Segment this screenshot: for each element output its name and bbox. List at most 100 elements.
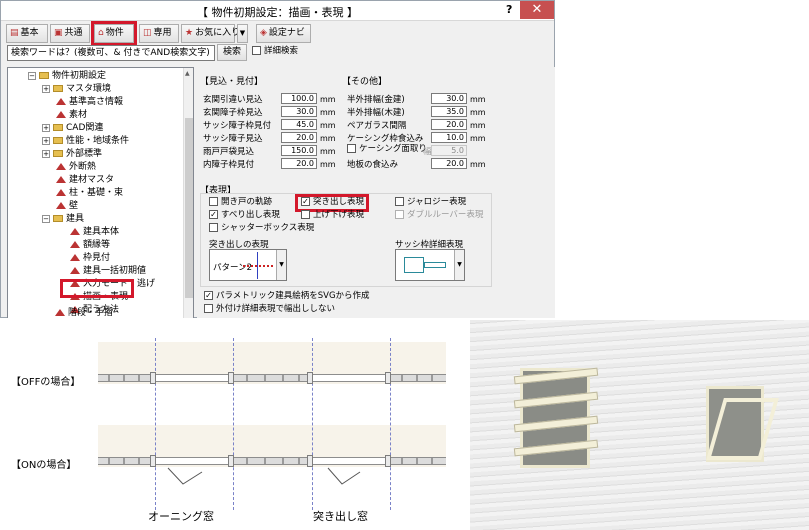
unit-label: mm bbox=[470, 121, 486, 130]
folder-icon bbox=[39, 72, 49, 79]
common-icon: ▣ bbox=[54, 28, 63, 38]
value-input[interactable]: 30.0 bbox=[281, 106, 317, 117]
field-label: 内障子枠見付 bbox=[203, 160, 255, 170]
house-icon bbox=[55, 309, 65, 316]
house-icon bbox=[56, 189, 66, 196]
basic-button[interactable]: ▤ 基本 bbox=[6, 24, 48, 43]
field-label: 雨戸戸袋見込 bbox=[203, 147, 255, 157]
value-input[interactable]: 10.0 bbox=[431, 132, 467, 143]
house-icon bbox=[56, 98, 66, 105]
value-input[interactable]: 45.0 bbox=[281, 119, 317, 130]
value-input[interactable]: 20.0 bbox=[281, 132, 317, 143]
value-input[interactable]: 30.0 bbox=[431, 93, 467, 104]
value-input[interactable]: 5.0 bbox=[431, 145, 467, 156]
settings-dialog: 【 物件初期設定：描画・表現 】 ? ✕ ▤ 基本 ▣ 共通 ⌂ 物件 ◫ 専用 ★ お気… bbox=[0, 0, 555, 319]
tree-item[interactable]: 柱・基礎・束 bbox=[56, 187, 123, 199]
expand-icon[interactable]: + bbox=[42, 149, 50, 158]
house-icon bbox=[70, 228, 80, 235]
casing-chamfer-checkbox[interactable]: ケーシング面取り bbox=[347, 144, 427, 155]
collapse-icon[interactable]: − bbox=[28, 71, 36, 80]
folder-icon bbox=[53, 124, 63, 131]
unit-label: mm bbox=[320, 160, 336, 169]
tree-item[interactable]: 壁 bbox=[56, 200, 78, 212]
tree-item[interactable]: − 建具 bbox=[42, 213, 84, 225]
field-label: サッシ障子見込 bbox=[203, 134, 263, 144]
field-label: サッシ障子枠見付 bbox=[203, 121, 272, 131]
tree-item[interactable]: 枠見付 bbox=[70, 252, 110, 264]
close-button[interactable]: ✕ bbox=[520, 1, 554, 19]
projected-caption: 突き出し窓 bbox=[313, 510, 368, 523]
house-icon bbox=[70, 254, 80, 261]
value-input[interactable]: 150.0 bbox=[281, 145, 317, 156]
tree-item[interactable]: 外断熱 bbox=[56, 161, 96, 173]
shutter-box-checkbox[interactable]: シャッターボックス表現 bbox=[209, 223, 314, 234]
folder-icon bbox=[53, 150, 63, 157]
window-title: 【 物件初期設定：描画・表現 】 bbox=[197, 6, 358, 19]
navi-button[interactable]: ◈ 設定ナビ bbox=[256, 24, 311, 43]
slide-out-checkbox[interactable]: ✓ すべり出し表現 bbox=[209, 210, 280, 221]
parametric-svg-checkbox[interactable]: ✓ パラメトリック建具絵柄をSVGから作成 bbox=[204, 291, 370, 302]
tree-item[interactable]: + 性能・地域条件 bbox=[42, 135, 129, 147]
favorites-dropdown[interactable]: ▼ bbox=[237, 24, 248, 43]
window-sash bbox=[313, 374, 385, 382]
wall-segment bbox=[98, 374, 150, 382]
unit-label: mm bbox=[320, 134, 336, 143]
value-input[interactable]: 35.0 bbox=[431, 106, 467, 117]
exclusive-icon: ◫ bbox=[143, 28, 152, 38]
favorites-button[interactable]: ★ お気に入り bbox=[181, 24, 240, 43]
folder-icon bbox=[53, 137, 63, 144]
detail-search-checkbox[interactable]: 詳細検索 bbox=[252, 46, 298, 57]
window-sash bbox=[156, 457, 228, 465]
tree-item[interactable]: 素材 bbox=[56, 109, 87, 121]
folder-icon bbox=[53, 215, 63, 222]
house-icon bbox=[70, 267, 80, 274]
value-input[interactable]: 20.0 bbox=[431, 119, 467, 130]
field-label: ペアガラス間隔 bbox=[347, 121, 407, 131]
sash-rail-shape bbox=[424, 262, 446, 268]
common-button[interactable]: ▣ 共通 bbox=[50, 24, 90, 43]
tree-item[interactable]: 額縁等 bbox=[70, 239, 110, 251]
tree-item[interactable]: − 物件初期設定 bbox=[28, 70, 106, 82]
scroll-up-icon[interactable]: ▲ bbox=[185, 70, 190, 77]
expand-icon[interactable]: + bbox=[42, 84, 50, 93]
field-label: 地板の食込み bbox=[347, 160, 399, 170]
value-input[interactable]: 20.0 bbox=[281, 158, 317, 169]
unit-label: mm bbox=[320, 108, 336, 117]
tree-item[interactable]: 建材マスタ bbox=[56, 174, 114, 186]
tree-item[interactable]: 基準高さ情報 bbox=[56, 96, 123, 108]
dropdown-arrow-icon[interactable]: ▼ bbox=[276, 250, 286, 280]
sash-detail-select[interactable]: ▼ bbox=[395, 249, 465, 281]
unit-label: mm bbox=[470, 160, 486, 169]
off-case-label: 【OFFの場合】 bbox=[11, 377, 81, 388]
settings-panel: 【見込・見付】 玄関引違い見込 100.0 mm 玄関障子枠見込 30.0 mm… bbox=[197, 67, 555, 319]
value-input[interactable]: 100.0 bbox=[281, 93, 317, 104]
sash-frame-shape bbox=[404, 257, 424, 273]
jalousie-checkbox[interactable]: ジャロジー表現 bbox=[395, 197, 466, 208]
help-button[interactable]: ? bbox=[506, 3, 512, 16]
search-button[interactable]: 検索 bbox=[217, 44, 247, 61]
exclusive-button[interactable]: ◫ 専用 bbox=[139, 24, 179, 43]
scroll-thumb[interactable] bbox=[185, 118, 193, 298]
star-icon: ★ bbox=[185, 28, 194, 38]
basic-icon: ▤ bbox=[10, 28, 19, 38]
house-icon bbox=[56, 202, 66, 209]
tree-item[interactable]: + マスタ環境 bbox=[42, 83, 111, 95]
tree-scrollbar[interactable]: ▲ bbox=[183, 68, 193, 318]
tree-item[interactable]: + CAD関連 bbox=[42, 122, 103, 134]
double-louver-checkbox[interactable]: ダブルルーバー表現 bbox=[395, 210, 483, 221]
tree-item[interactable]: + 外部標準 bbox=[42, 148, 102, 160]
expand-icon[interactable]: + bbox=[42, 123, 50, 132]
dropdown-arrow-icon[interactable]: ▼ bbox=[454, 250, 464, 280]
outer-detail-checkbox[interactable]: 外付け詳細表現で幅出ししない bbox=[204, 304, 335, 315]
collapse-icon[interactable]: − bbox=[42, 214, 50, 223]
house-icon bbox=[56, 163, 66, 170]
tree-item[interactable]: 建具本体 bbox=[70, 226, 119, 238]
protrude-swing-lines bbox=[167, 467, 361, 485]
expand-icon[interactable]: + bbox=[42, 136, 50, 145]
value-input[interactable]: 20.0 bbox=[431, 158, 467, 169]
pattern-select[interactable]: パターン2 ▼ bbox=[209, 249, 287, 281]
search-input[interactable]: 検索ワードは？(複数可、& 付きでAND検索文字) bbox=[7, 45, 215, 61]
tree-item[interactable]: 建具一括初期値 bbox=[70, 265, 146, 277]
up-down-checkbox[interactable]: 上げ下げ表現 bbox=[301, 210, 364, 221]
open-door-checkbox[interactable]: 開き戸の軌跡 bbox=[209, 197, 272, 208]
